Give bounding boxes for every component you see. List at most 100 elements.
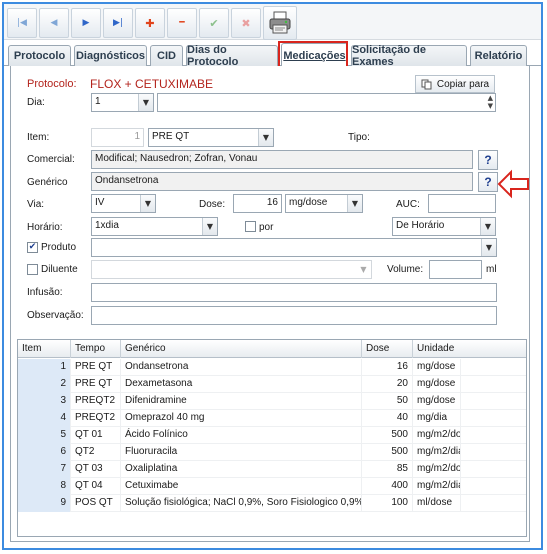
medications-table[interactable]: Item Tempo Genérico Dose Unidade 1 PRE QT…	[17, 339, 527, 537]
auc-field[interactable]	[428, 194, 496, 213]
table-cell-tempo: QT2	[71, 444, 121, 461]
tab-cid[interactable]: CID	[150, 45, 183, 66]
dia-value: 1	[95, 96, 101, 107]
table-row[interactable]: 2 PRE QT Dexametasona 20 mg/dose	[18, 376, 526, 393]
print-button[interactable]	[263, 6, 297, 40]
table-row[interactable]: 3 PREQT2 Difenidramine 50 mg/dose	[18, 393, 526, 410]
via-label: Via:	[27, 199, 45, 210]
add-button[interactable]: ✚	[135, 8, 165, 38]
tempo-value: PRE QT	[152, 131, 190, 142]
previous-record-button[interactable]: ◀	[39, 8, 69, 38]
table-cell-unidade: mg/m2/dose	[413, 427, 461, 444]
active-tab-highlight	[278, 41, 348, 68]
dose-unit-value: mg/dose	[289, 197, 328, 208]
table-cell-item: 7	[18, 461, 71, 478]
table-row[interactable]: 4 PREQT2 Omeprazol 40 mg 40 mg/dia	[18, 410, 526, 427]
table-cell-tempo: POS QT	[71, 495, 121, 512]
generico-field[interactable]: Ondansetrona	[91, 172, 473, 191]
diluente-checkbox[interactable]	[27, 264, 38, 275]
table-cell-unidade: ml/dose	[413, 495, 461, 512]
table-cell-unidade: mg/dia	[413, 410, 461, 427]
item-label: Item:	[27, 132, 50, 143]
chevron-down-icon: ▼	[202, 218, 217, 235]
diluente-select[interactable]: ▼	[91, 260, 372, 279]
table-cell-generico: Ondansetrona	[121, 359, 362, 376]
table-cell-dose: 40	[362, 410, 413, 427]
table-row[interactable]: 7QT 03Oxaliplatina85mg/m2/dose	[18, 461, 526, 478]
infusao-field[interactable]	[91, 283, 497, 302]
table-cell-tempo: PRE QT	[71, 376, 121, 393]
last-record-button[interactable]: ▶|	[103, 8, 133, 38]
por-label: por	[259, 222, 274, 233]
print-icon	[269, 11, 291, 34]
table-cell-tempo: QT 04	[71, 478, 121, 495]
tab-relatorio[interactable]: Relatório	[470, 45, 527, 66]
remove-button[interactable]: ━	[167, 8, 197, 38]
comercial-field[interactable]: Modifical; Nausedron; Zofran, Vonau	[91, 150, 473, 169]
produto-checkbox[interactable]: ✔	[27, 242, 38, 253]
spinner-icon: ▲ ▼	[487, 94, 493, 110]
produto-select[interactable]: ▼	[91, 238, 497, 257]
table-row[interactable]: 8 QT 04 Cetuximabe 400 mg/m2/dia	[18, 478, 526, 495]
column-header-generico[interactable]: Genérico	[121, 340, 362, 358]
tab-dias-do-protocolo[interactable]: Dias do Protocolo	[186, 44, 278, 68]
table-cell-dose: 500	[362, 444, 413, 461]
table-row[interactable]: 9 POS QT Solução fisiológica; NaCl 0,9%, S…	[18, 495, 526, 512]
copy-to-button[interactable]: Copiar para	[415, 75, 495, 93]
volume-field[interactable]	[429, 260, 482, 279]
tempo-select[interactable]: PRE QT ▼	[148, 128, 274, 147]
tab-diagnosticos[interactable]: Diagnósticos	[74, 45, 147, 66]
table-row[interactable]: 6 QT2 Fluoruracila 500 mg/m2/dia	[18, 444, 526, 461]
table-cell-generico: Solução fisiológica; NaCl 0,9%, Soro Fis…	[121, 495, 362, 512]
table-cell-dose: 100	[362, 495, 413, 512]
table-cell-generico: Difenidramine	[121, 393, 362, 410]
help-icon: ?	[484, 153, 492, 167]
table-cell-item: 9	[18, 495, 71, 512]
tab-protocolo[interactable]: Protocolo	[8, 45, 71, 66]
dose-field[interactable]: 16	[233, 194, 282, 213]
comercial-help-button[interactable]: ?	[478, 150, 498, 170]
next-record-button[interactable]: ▶	[71, 8, 101, 38]
table-row[interactable]: 1 PRE QT Ondansetrona 16 mg/dose	[18, 359, 526, 376]
table-cell-unidade: mg/dose	[413, 376, 461, 393]
copy-to-label: Copiar para	[436, 78, 490, 90]
table-cell-unidade: mg/m2/dia	[413, 478, 461, 495]
table-cell-generico: Omeprazol 40 mg	[121, 410, 362, 427]
table-cell-item: 6	[18, 444, 71, 461]
column-header-dose[interactable]: Dose	[362, 340, 413, 358]
chevron-down-icon: ▼	[481, 239, 496, 256]
table-cell-item: 4	[18, 410, 71, 427]
horario-select[interactable]: 1xdia ▼	[91, 217, 218, 236]
cancel-button[interactable]: ✖	[231, 8, 261, 38]
table-cell-tempo: PREQT2	[71, 393, 121, 410]
column-header-item[interactable]: Item	[18, 340, 71, 358]
toolbar: |◀ ◀ ▶ ▶| ✚ ━ ✔ ✖	[4, 4, 541, 40]
chevron-down-icon: ▼	[258, 129, 273, 146]
generico-label: Genérico	[27, 177, 68, 188]
generico-help-button[interactable]: ?	[478, 172, 498, 192]
table-cell-generico: Oxaliplatina	[121, 461, 362, 478]
column-header-tempo[interactable]: Tempo	[71, 340, 121, 358]
via-value: IV	[95, 197, 105, 208]
column-header-unidade[interactable]: Unidade	[413, 340, 526, 358]
table-cell-generico: Ácido Folínico	[121, 427, 362, 444]
table-cell-generico: Fluoruracila	[121, 444, 362, 461]
next-record-icon: ▶	[82, 18, 90, 28]
dose-unit-select[interactable]: mg/dose ▼	[285, 194, 363, 213]
dose-label: Dose:	[199, 199, 226, 210]
de-horario-select[interactable]: De Horário ▼	[392, 217, 496, 236]
tab-solicitacao-de-exames[interactable]: Solicitação de Exames	[351, 44, 467, 68]
first-record-button[interactable]: |◀	[7, 8, 37, 38]
dia-select[interactable]: 1 ▼	[91, 93, 154, 112]
table-cell-unidade: mg/dose	[413, 393, 461, 410]
via-select[interactable]: IV ▼	[91, 194, 156, 213]
annotation-arrow-icon	[497, 169, 529, 199]
table-row[interactable]: 5QT 01Ácido Folínico500mg/m2/dose	[18, 427, 526, 444]
confirm-button[interactable]: ✔	[199, 8, 229, 38]
table-cell-unidade: mg/m2/dose	[413, 461, 461, 478]
table-cell-unidade: mg/m2/dia	[413, 444, 461, 461]
por-checkbox[interactable]	[245, 221, 256, 232]
dia-description-field[interactable]: ▲ ▼	[157, 93, 496, 112]
comercial-label: Comercial:	[27, 154, 75, 165]
observacao-field[interactable]	[91, 306, 497, 325]
